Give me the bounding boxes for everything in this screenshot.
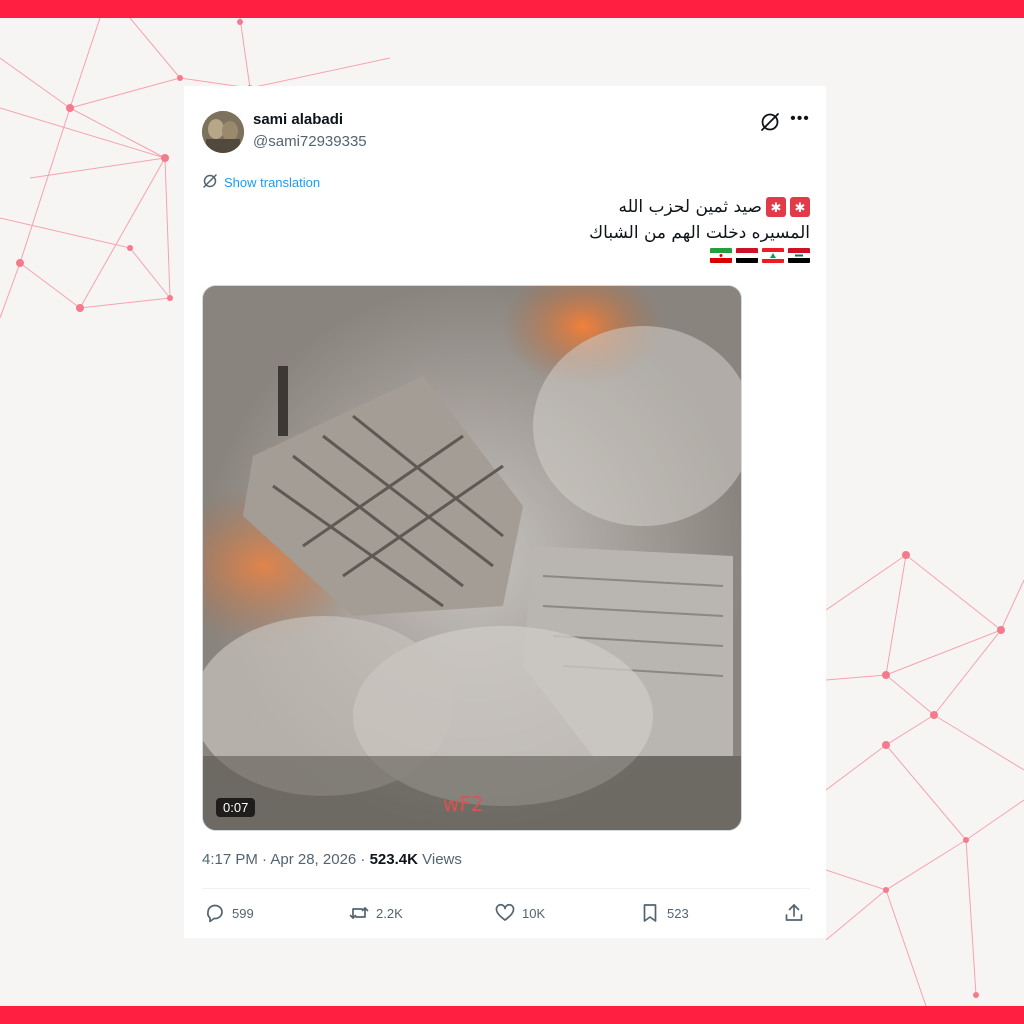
views-label: Views	[417, 851, 462, 868]
heart-icon	[494, 902, 516, 924]
show-translation-label: Show translation	[224, 174, 321, 190]
share-button[interactable]	[783, 902, 805, 924]
flag-row	[250, 248, 810, 263]
divider	[202, 888, 810, 889]
action-bar: 599 2.2K 10K 523	[202, 902, 812, 928]
bookmark-count: 523	[667, 905, 689, 921]
reply-button[interactable]: 599	[204, 902, 254, 924]
iran-flag-icon	[710, 248, 732, 263]
views-count: 523.4K	[369, 851, 418, 868]
svg-text:wF2: wF2	[443, 792, 484, 816]
reply-icon	[204, 902, 226, 924]
repost-icon	[348, 902, 370, 924]
repost-button[interactable]: 2.2K	[348, 902, 403, 924]
tweet-card: sami alabadi @sami72939335 ••• Show tran…	[184, 86, 826, 938]
top-accent-bar	[0, 0, 1024, 18]
share-icon	[783, 902, 805, 924]
video-thumbnail: wF2	[203, 286, 741, 830]
author-display-name[interactable]: sami alabadi	[253, 111, 343, 128]
repost-count: 2.2K	[376, 905, 403, 921]
tweet-text-line-2: المسيره دخلت الهم من الشباك	[589, 223, 810, 243]
bookmark-button[interactable]: 523	[639, 902, 689, 924]
network-pattern-bottom-right	[826, 551, 1024, 1006]
like-count: 10K	[522, 905, 546, 921]
video-player[interactable]: wF2 0:07	[202, 285, 742, 831]
tweet-text-line-1: صيد ثمين لحزب الله	[618, 197, 762, 217]
tweet-text: صيد ثمين لحزب الله المسيره دخلت الهم من …	[250, 194, 810, 263]
bookmark-icon	[639, 902, 661, 924]
yemen-flag-icon	[736, 248, 758, 263]
grok-icon[interactable]	[759, 111, 781, 133]
police-light-icon	[766, 196, 786, 222]
lebanon-flag-icon	[762, 248, 784, 263]
video-duration-badge: 0:07	[216, 798, 256, 817]
show-translation-link[interactable]: Show translation	[202, 172, 320, 192]
more-options-icon[interactable]: •••	[788, 108, 812, 132]
like-button[interactable]: 10K	[494, 902, 545, 924]
police-light-icon	[790, 196, 810, 222]
bottom-accent-bar	[0, 1006, 1024, 1024]
iraq-flag-icon	[788, 248, 810, 263]
timestamp[interactable]: 4:17 PM · Apr 28, 2026 ·	[202, 851, 370, 868]
tweet-meta: 4:17 PM · Apr 28, 2026 · 523.4K Views	[202, 851, 462, 868]
author-handle[interactable]: @sami72939335	[253, 133, 367, 150]
reply-count: 599	[232, 905, 254, 921]
avatar[interactable]	[202, 111, 244, 153]
translate-icon	[202, 173, 218, 192]
